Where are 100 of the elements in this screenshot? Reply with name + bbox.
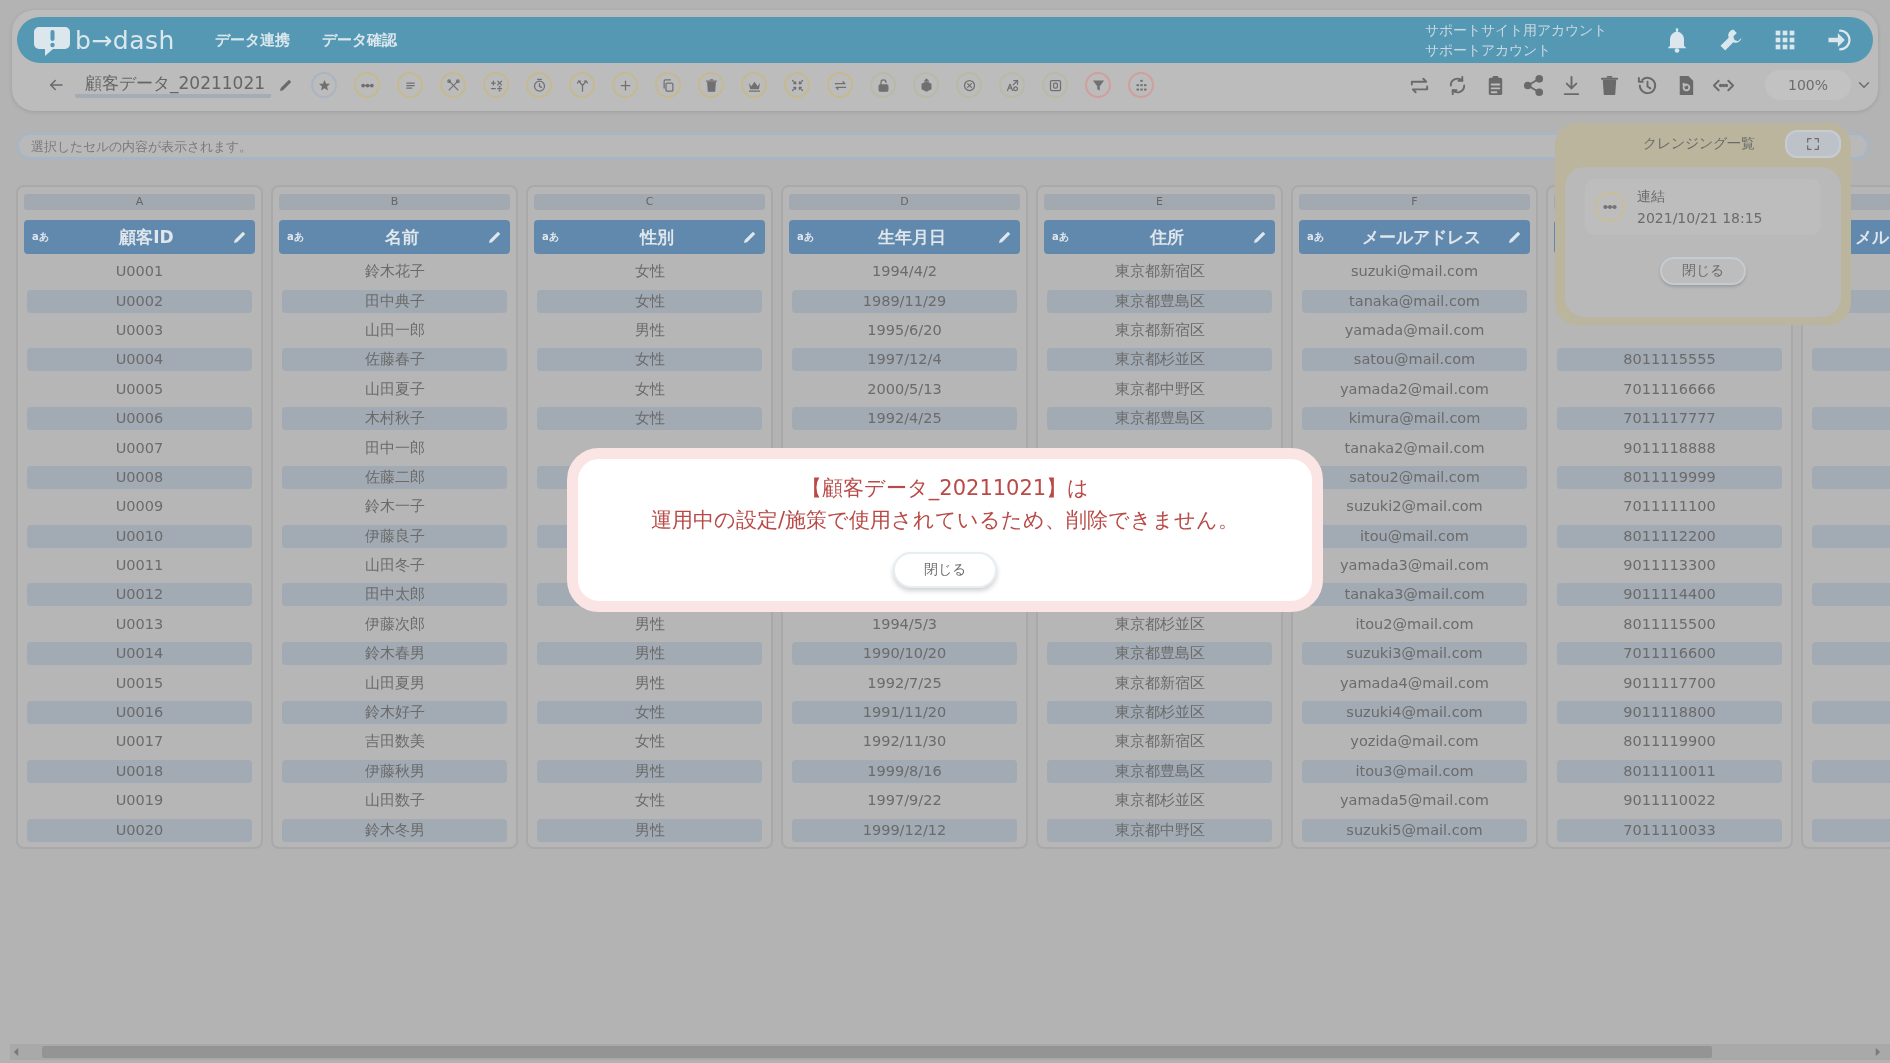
table-cell-text: U0007 — [114, 438, 165, 458]
table-cell-text: 9011110022 — [1622, 791, 1717, 811]
x-circle-button[interactable] — [956, 72, 983, 98]
column-header[interactable]: aあ 顧客ID — [24, 220, 255, 254]
close-button[interactable]: 閉じる — [1660, 257, 1746, 285]
column-name: 生年月日 — [876, 225, 947, 249]
type-label: aあ — [287, 230, 305, 244]
table-cell-text: U0001 — [114, 262, 165, 282]
plus-button[interactable] — [612, 72, 639, 98]
table-cell: U0012 — [27, 583, 252, 607]
fork-button[interactable] — [569, 72, 596, 98]
table-cell: 東京都中野区 — [1047, 818, 1272, 842]
calculator-button[interactable] — [483, 72, 510, 98]
table-cell: tanaka@mail.com — [1302, 289, 1527, 313]
lock-icon — [875, 77, 891, 93]
translate-button[interactable] — [999, 72, 1026, 98]
share-icon[interactable] — [1522, 73, 1545, 97]
column-header[interactable]: aあ メールアドレス — [1299, 220, 1530, 254]
table-cell: 女性 — [537, 407, 762, 431]
table-cell-text: 山田夏男 — [363, 673, 426, 693]
table-cell-text: yozida@mail.com — [1349, 732, 1480, 752]
column-header[interactable]: aあ 名前 — [279, 220, 510, 254]
table-cell: suzuki5@mail.com — [1302, 818, 1527, 842]
star-button[interactable] — [311, 72, 338, 98]
table-cell: 東京都杉並区 — [1047, 701, 1272, 725]
column-header[interactable]: aあ 生年月日 — [789, 220, 1020, 254]
table-cell: 東京都豊島区 — [1047, 289, 1272, 313]
nav-link[interactable]: データ連携 — [214, 30, 290, 50]
zoom-select[interactable]: 100% — [1765, 70, 1851, 100]
table-cell: U0018 — [27, 759, 252, 783]
table-cell: 東京都豊島区 — [1047, 759, 1272, 783]
table-cell: kimura@mail.com — [1302, 407, 1527, 431]
table-cell-text: yamada5@mail.com — [1339, 791, 1490, 811]
column-header[interactable]: aあ 住所 — [1044, 220, 1275, 254]
table-cell-text: 8011119900 — [1622, 732, 1717, 752]
table-cell: 7011116600 — [1557, 642, 1782, 666]
table-cell: 男性 — [537, 759, 762, 783]
close-button[interactable]: 閉じる — [893, 552, 997, 588]
table-cell-text: 1995/6/20 — [866, 320, 943, 340]
table-cell: 7011110033 — [1557, 818, 1782, 842]
table-cell-text: 男性 — [633, 614, 666, 634]
table-cell: 佐藤春子 — [282, 348, 507, 372]
table-cell-text: 9011113300 — [1622, 556, 1717, 576]
dialog-message: 運用中の設定/施策で使用されているため、削除できません。 — [650, 507, 1240, 534]
copy-button[interactable] — [655, 72, 682, 98]
table-cell-text: 男性 — [633, 673, 666, 693]
expand-button[interactable] — [1785, 130, 1841, 158]
calculator-icon — [488, 77, 504, 93]
nav-link[interactable]: データ確認 — [321, 30, 397, 50]
filter-button[interactable] — [1085, 72, 1112, 98]
table-cell: 木村秋子 — [282, 407, 507, 431]
file-title: 顧客データ_20211021 — [75, 72, 272, 98]
crossed-tools-button[interactable] — [440, 72, 467, 98]
column-letter: D — [789, 194, 1020, 210]
account-text: サポートサイト用アカウント — [1425, 21, 1607, 40]
table-cell: itou3@mail.com — [1302, 759, 1527, 783]
item-time: 2021/10/21 18:15 — [1637, 209, 1763, 228]
table-cell-text: yamada3@mail.com — [1339, 556, 1490, 576]
translate-icon — [1004, 77, 1020, 93]
table-cell-text: suzuki@mail.com — [1349, 262, 1480, 282]
table-cell: U0020 — [27, 818, 252, 842]
table-cell-text: U0019 — [114, 791, 165, 811]
type-label: aあ — [797, 230, 815, 244]
table-cell-text: 鈴木花子 — [363, 262, 426, 282]
column-header[interactable]: aあ 性別 — [534, 220, 765, 254]
table-cell: 8011112200 — [1557, 524, 1782, 548]
hierarchy-button[interactable] — [1128, 72, 1155, 98]
crown-button[interactable] — [741, 72, 768, 98]
table-cell: 伊藤良子 — [282, 524, 507, 548]
table-cell-text: 山田一郎 — [363, 320, 426, 340]
table-cell-text: 男性 — [633, 320, 666, 340]
shrink-icon — [789, 77, 805, 93]
table-cell: 女性 — [537, 289, 762, 313]
timer-button[interactable] — [526, 72, 553, 98]
table-cell: U0002 — [27, 289, 252, 313]
table-cell: 1991/11/20 — [792, 701, 1017, 725]
dotted-line-button[interactable] — [354, 72, 381, 98]
table-cell-text: 東京都新宿区 — [1113, 262, 1206, 282]
join-step-icon — [1595, 192, 1625, 222]
trash-icon[interactable] — [1598, 73, 1621, 97]
panel-title: クレンジング一覧 — [1643, 135, 1755, 153]
lines-button[interactable] — [397, 72, 424, 98]
table-cell-text: itou2@mail.com — [1354, 614, 1475, 634]
table-cell: 鈴木好子 — [282, 701, 507, 725]
swap-button[interactable] — [827, 72, 854, 98]
trash-button[interactable] — [698, 72, 725, 98]
table-cell: 1992/4/25 — [792, 407, 1017, 431]
box-upload-button[interactable] — [913, 72, 940, 98]
column-letter: B — [279, 194, 510, 210]
lock-button[interactable] — [870, 72, 897, 98]
cleansing-item[interactable]: 連結 2021/10/21 18:15 — [1585, 179, 1821, 235]
table-cell: 田中典子 — [282, 289, 507, 313]
table-cell: U0010 — [27, 524, 252, 548]
table-cell-text: 9011117700 — [1622, 673, 1717, 693]
table-cell-text: 1992/11/30 — [861, 732, 948, 752]
shrink-button[interactable] — [784, 72, 811, 98]
table-cell-text: 1997/9/22 — [866, 791, 943, 811]
table-cell-text: U0015 — [114, 673, 165, 693]
table-cell-text: 田中一郎 — [363, 438, 426, 458]
bracket-button[interactable] — [1042, 72, 1069, 98]
